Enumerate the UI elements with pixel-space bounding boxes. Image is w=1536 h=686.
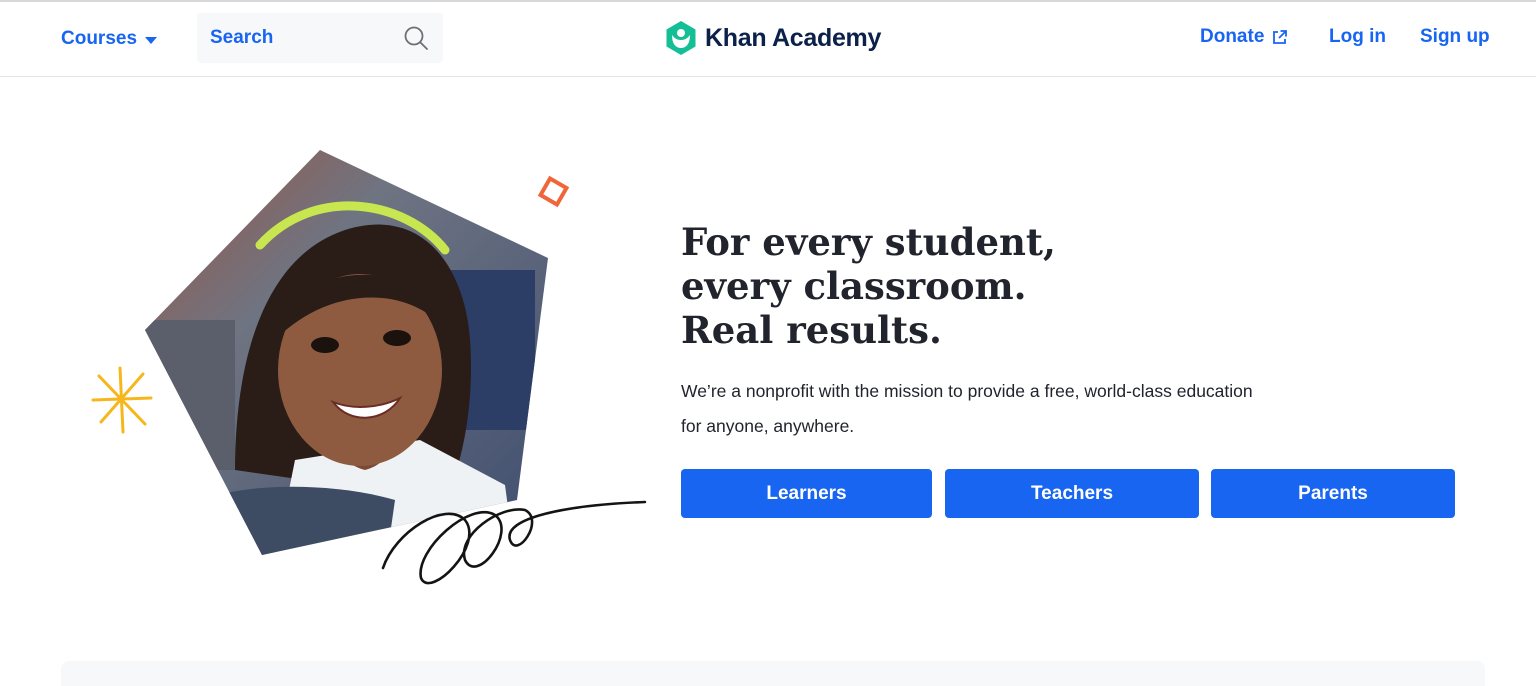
signup-label: Sign up: [1420, 26, 1490, 47]
parents-button[interactable]: Parents: [1211, 469, 1455, 518]
student-photo: [145, 150, 548, 555]
content-panel: [61, 661, 1485, 686]
khan-academy-logo[interactable]: Khan Academy: [665, 20, 881, 56]
hero-headline: For every student, every classroom. Real…: [681, 220, 1181, 352]
learners-button[interactable]: Learners: [681, 469, 932, 518]
login-link[interactable]: Log in: [1329, 26, 1386, 48]
courses-label: Courses: [61, 28, 138, 49]
mission-statement: We’re a nonprofit with the mission to pr…: [681, 374, 1361, 444]
headline-line: every classroom.: [681, 264, 1027, 308]
donate-link[interactable]: Donate: [1200, 26, 1288, 48]
sparkle-icon: [91, 366, 153, 434]
search-icon[interactable]: [403, 25, 429, 51]
diamond-icon: [537, 175, 570, 208]
mission-line-1: We’re a nonprofit with the mission to pr…: [681, 381, 1253, 401]
logo-text: Khan Academy: [705, 23, 882, 52]
search-box[interactable]: [197, 13, 443, 63]
search-input[interactable]: [210, 27, 390, 49]
teachers-button[interactable]: Teachers: [945, 469, 1199, 518]
khan-logo-icon: [666, 21, 696, 55]
courses-menu-button[interactable]: Courses: [61, 25, 158, 53]
external-link-icon: [1273, 29, 1288, 44]
signup-link[interactable]: Sign up: [1420, 26, 1490, 48]
headline-line: For every student,: [681, 220, 1056, 264]
mission-line-2: for anyone, anywhere.: [681, 416, 855, 436]
headline-line: Real results.: [681, 308, 942, 352]
donate-label: Donate: [1200, 26, 1265, 47]
hero-illustration: [91, 150, 647, 585]
chevron-down-icon: [145, 36, 158, 44]
site-header: Courses Khan Academy Donate Log in Sign …: [0, 2, 1536, 77]
login-label: Log in: [1329, 26, 1386, 47]
